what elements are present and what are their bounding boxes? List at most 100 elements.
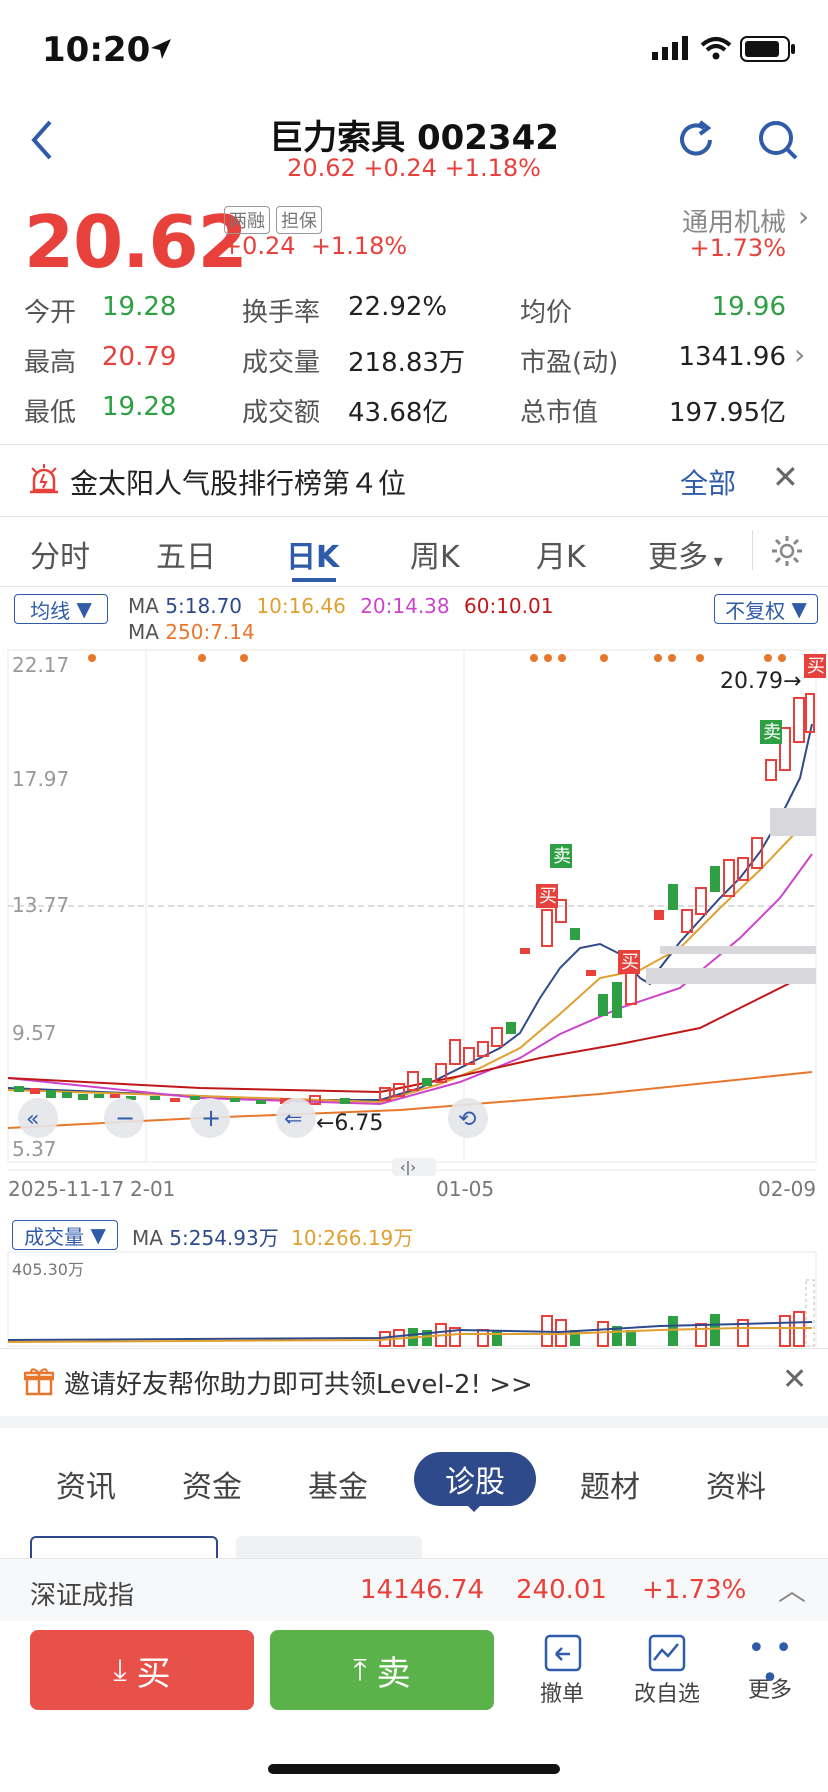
banner-text: 金太阳人气股排行榜第４位 — [70, 467, 407, 500]
stats-grid: 今开 19.28 换手率 22.92% 均价 19.96 最高 20.79 成交… — [24, 292, 805, 432]
min-price-label: ←6.75 — [316, 1111, 383, 1136]
buy-label: 买 — [136, 1653, 171, 1694]
index-percent: +1.73% — [642, 1575, 747, 1605]
ma-prefix: MA — [128, 594, 159, 618]
ma10-line — [7, 807, 813, 1104]
ma250-value-line: MA 250:7.14 — [128, 620, 255, 644]
caret-down-icon: ▼ — [791, 597, 807, 621]
signal-sell: 卖 — [550, 844, 572, 868]
index-bar[interactable]: 深证成指 14146.74 240.01 +1.73% ︿ — [0, 1558, 828, 1621]
buy-arrow-icon: ⤓ — [113, 1652, 127, 1688]
refresh-icon[interactable] — [676, 118, 716, 162]
zone-band — [660, 946, 816, 954]
divider — [0, 444, 828, 445]
ma-dropdown-label: 均线 — [30, 598, 71, 623]
close-icon[interactable]: ✕ — [772, 458, 799, 496]
stat-label: 最高 — [24, 348, 77, 378]
banner-all-link[interactable]: 全部 — [680, 462, 736, 502]
index-value: 14146.74 — [360, 1575, 485, 1605]
volume-ma-values: MA 5:254.93万 10:266.19万 — [132, 1222, 413, 1251]
badges: 两融 担保 — [224, 206, 322, 234]
price-change: +0.24 +1.18% — [222, 232, 407, 260]
max-price-label: 20.79→ — [720, 669, 801, 694]
subtab-diagnosis[interactable]: 诊股 — [414, 1452, 536, 1506]
subtab-news[interactable]: 资讯 — [56, 1462, 116, 1506]
collateral-badge: 担保 — [276, 206, 322, 234]
home-indicator[interactable] — [268, 1764, 560, 1774]
buy-button[interactable]: ⤓ 买 — [30, 1630, 254, 1710]
tab-intraday[interactable]: 分时 — [30, 532, 90, 576]
subtab-funds-flow[interactable]: 资金 — [182, 1462, 242, 1506]
ma60-line — [7, 971, 813, 1094]
promo-text[interactable]: 邀请好友帮你助力即可共领Level-2! >> — [64, 1364, 533, 1401]
x-tick-label: 2025-11-17 — [8, 1177, 124, 1201]
status-bar: 10:20 — [0, 0, 828, 100]
volume-dropdown-label: 成交量 — [24, 1224, 85, 1249]
stat-value: 197.95亿 — [669, 398, 786, 428]
margin-badge: 两融 — [224, 206, 270, 234]
ma-prefix: MA — [132, 1226, 163, 1250]
tab-more-label: 更多 — [648, 540, 708, 575]
sell-arrow-icon: ⤒ — [353, 1652, 367, 1688]
volume-dropdown[interactable]: 成交量 ▼ — [12, 1220, 118, 1250]
subtab-profile[interactable]: 资料 — [706, 1462, 766, 1506]
watchlist-chart-icon — [648, 1634, 686, 1672]
y-tick-label: 22.17 — [12, 653, 69, 677]
stat-label: 均价 — [520, 298, 573, 328]
arrow-left-icon: ⇐ — [284, 1107, 302, 1132]
caret-down-icon: ▼ — [90, 1223, 106, 1247]
tab-daily-k[interactable]: 日K — [286, 532, 339, 576]
signal-buy: 买 — [804, 654, 826, 678]
alarm-icon — [30, 464, 58, 494]
index-name: 深证成指 — [30, 1581, 135, 1611]
stat-value: 22.92% — [348, 292, 448, 322]
subtab-diagnosis-label: 诊股 — [445, 1465, 505, 1500]
kline-chart[interactable]: 22.17 17.97 13.77 9.57 5.37 买 卖 买 买 卖 20… — [0, 648, 828, 1208]
divider — [0, 586, 828, 587]
settings-gear-icon[interactable] — [770, 534, 804, 568]
zone-band — [770, 808, 816, 836]
x-tick-label: 02-09 — [758, 1177, 816, 1201]
stat-label: 市盈(动) — [520, 348, 619, 378]
search-icon[interactable] — [758, 118, 800, 162]
stat-label: 最低 — [24, 398, 77, 428]
x-tick-label: 2-01 — [130, 1177, 175, 1201]
subtab-fund[interactable]: 基金 — [308, 1462, 368, 1506]
chevron-right-icon[interactable]: › — [794, 338, 805, 371]
sell-button[interactable]: ⤒ 卖 — [270, 1630, 494, 1710]
signal-buy: 买 — [618, 950, 640, 974]
svg-text:买: 买 — [621, 952, 639, 973]
cancel-order-label: 撤单 — [539, 1682, 584, 1707]
subtab-theme[interactable]: 题材 — [580, 1462, 640, 1506]
tab-weekly-k[interactable]: 周K — [410, 532, 460, 576]
stat-value: 20.79 — [102, 342, 177, 372]
ranking-banner[interactable]: 金太阳人气股排行榜第４位 全部 ✕ — [0, 446, 828, 514]
tab-more[interactable]: 更多 ▾ — [648, 532, 723, 576]
watchlist-button[interactable]: 改自选 — [626, 1634, 708, 1708]
vol-ma10-value: 10:266.19万 — [291, 1226, 414, 1250]
stat-value: 43.68亿 — [348, 398, 449, 428]
cancel-order-button[interactable]: 撤单 — [530, 1634, 594, 1708]
tab-monthly-k[interactable]: 月K — [536, 532, 586, 576]
divider — [0, 1348, 828, 1349]
divider — [752, 530, 753, 570]
close-icon[interactable]: ✕ — [782, 1362, 807, 1397]
more-actions-button[interactable]: • • • 更多 — [740, 1634, 800, 1704]
adjust-dropdown[interactable]: 不复权 ▼ — [714, 594, 818, 624]
y-tick-label: 17.97 — [12, 767, 69, 791]
more-dots-icon: • • • — [747, 1631, 793, 1696]
ma5-value: 5:18.70 — [165, 594, 243, 618]
chart-controls[interactable]: « − + ⇐ ⟲ — [18, 1098, 488, 1138]
chevron-up-icon[interactable]: ︿ — [778, 1569, 806, 1609]
section-divider — [0, 1416, 828, 1428]
tab-five-day[interactable]: 五日 — [156, 532, 216, 576]
svg-text:买: 买 — [807, 656, 825, 677]
ma-dropdown[interactable]: 均线 ▼ — [14, 594, 108, 624]
caret-down-icon: ▼ — [76, 597, 92, 621]
partial-card — [30, 1536, 218, 1560]
ma20-value: 20:14.38 — [360, 594, 450, 618]
chevron-right-icon[interactable]: › — [798, 200, 809, 233]
stat-value: 19.28 — [102, 292, 177, 322]
battery-icon — [740, 36, 795, 62]
more-label: 更多 — [747, 1678, 792, 1703]
